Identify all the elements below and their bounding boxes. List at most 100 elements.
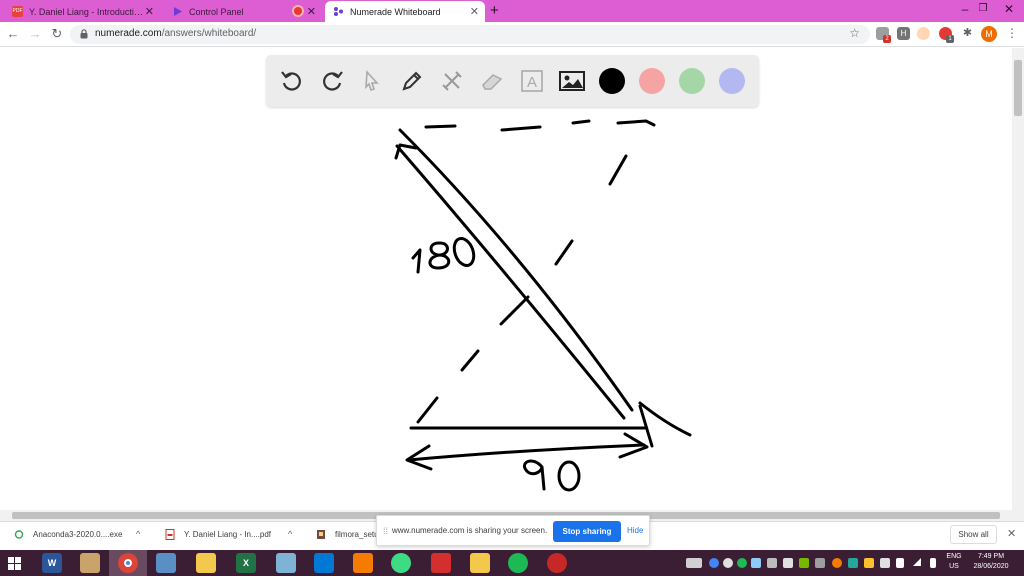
- tab-pdf-liang[interactable]: PDF Y. Daniel Liang - Introduction to ✕: [4, 1, 160, 22]
- snowflake-tray-icon[interactable]: [751, 558, 761, 568]
- close-tab-icon[interactable]: ✕: [470, 5, 479, 18]
- acrobat-app-icon[interactable]: [431, 553, 451, 573]
- stop-sharing-button[interactable]: Stop sharing: [553, 521, 621, 542]
- tab-label: Control Panel: [189, 6, 244, 17]
- handwritten-label-90: [523, 459, 581, 492]
- chrome-tray-icon[interactable]: [709, 558, 719, 568]
- image-icon[interactable]: [558, 67, 586, 95]
- pen-icon[interactable]: [398, 67, 426, 95]
- download-item[interactable]: filmora_setu: [316, 529, 379, 540]
- pointer-icon[interactable]: [358, 67, 386, 95]
- eraser-icon[interactable]: [478, 67, 506, 95]
- redo-icon[interactable]: [318, 67, 346, 95]
- tray-app-icon[interactable]: [832, 558, 842, 568]
- browser-menu-icon[interactable]: ⋮: [1006, 26, 1018, 40]
- tray-app-icon[interactable]: [767, 558, 777, 568]
- control-panel-favicon-icon: [174, 7, 182, 16]
- tray-app-icon[interactable]: [848, 558, 858, 568]
- system-clock[interactable]: 7:49 PM 28/06/2020: [966, 553, 1016, 570]
- whiteboard-toolbar: A: [266, 55, 759, 107]
- vertical-scroll-thumb[interactable]: [1014, 60, 1022, 116]
- new-tab-icon[interactable]: +: [490, 2, 499, 19]
- drag-handle-icon[interactable]: ⁞⁞: [383, 526, 388, 536]
- installer-file-icon: [317, 530, 325, 539]
- language-indicator[interactable]: ENG US: [942, 553, 966, 570]
- keyboard-layout: US: [949, 563, 959, 570]
- excel-app-icon[interactable]: X: [236, 553, 256, 573]
- download-item[interactable]: Anaconda3-2020.0....exe: [14, 529, 122, 540]
- profile-avatar[interactable]: M: [981, 26, 997, 42]
- chevron-up-icon[interactable]: ^: [136, 529, 140, 539]
- recorder-app-icon[interactable]: [547, 553, 567, 573]
- reload-icon[interactable]: ↻: [48, 26, 66, 42]
- file-archive-app-icon[interactable]: [80, 553, 100, 573]
- tray-app-icon[interactable]: [864, 558, 874, 568]
- dash-stroke: [616, 119, 656, 127]
- dash-stroke: [460, 349, 480, 372]
- clock-time: 7:49 PM: [977, 553, 1005, 560]
- tab-control-panel[interactable]: Control Panel ✕: [164, 1, 322, 22]
- folder-app-icon[interactable]: [470, 553, 490, 573]
- download-filename: Anaconda3-2020.0....exe: [33, 530, 123, 539]
- remote-desktop-app-icon[interactable]: [156, 553, 176, 573]
- address-bar[interactable]: numerade.com/answers/whiteboard/ ☆: [70, 25, 870, 44]
- chevron-up-icon[interactable]: ^: [288, 529, 292, 539]
- tray-app-icon[interactable]: [815, 558, 825, 568]
- tray-app-icon[interactable]: [783, 558, 793, 568]
- volume-icon[interactable]: [896, 558, 904, 568]
- touch-keyboard-icon[interactable]: [686, 558, 702, 568]
- word-app-icon[interactable]: W: [42, 553, 62, 573]
- hide-banner-button[interactable]: Hide: [627, 526, 643, 535]
- windows-start-icon[interactable]: [8, 557, 21, 570]
- lock-icon: [80, 29, 88, 39]
- tab-numerade-whiteboard[interactable]: Numerade Whiteboard ✕: [325, 1, 485, 22]
- extension-badge: 2: [883, 35, 891, 43]
- whiteboard-canvas[interactable]: [0, 48, 1012, 510]
- forward-icon[interactable]: →: [26, 26, 44, 41]
- tools-icon[interactable]: [438, 67, 466, 95]
- arrow-stroke: [398, 128, 634, 412]
- window-close-icon[interactable]: ✕: [994, 0, 1024, 20]
- color-swatch-black[interactable]: [599, 68, 625, 94]
- download-progress-icon: [14, 530, 24, 539]
- nvidia-tray-icon[interactable]: [799, 558, 809, 568]
- bookmark-star-icon[interactable]: ☆: [849, 26, 860, 40]
- color-swatch-green[interactable]: [679, 68, 705, 94]
- color-swatch-pink[interactable]: [639, 68, 665, 94]
- undo-icon[interactable]: [278, 67, 306, 95]
- pdf-file-icon: [165, 529, 175, 540]
- extension-face-icon[interactable]: [917, 27, 930, 40]
- installer-app-icon[interactable]: [353, 553, 373, 573]
- tray-app-icon[interactable]: [880, 558, 890, 568]
- dash-stroke: [416, 396, 439, 424]
- close-tab-icon[interactable]: ✕: [145, 5, 154, 18]
- extensions-puzzle-icon[interactable]: ✱: [961, 27, 974, 40]
- close-tab-icon[interactable]: ✕: [307, 5, 316, 18]
- show-all-downloads-button[interactable]: Show all: [950, 525, 997, 544]
- file-explorer-app-icon[interactable]: [196, 553, 216, 573]
- tab-strip: PDF Y. Daniel Liang - Introduction to ✕ …: [0, 0, 1024, 22]
- whiteboard-drawing: [394, 119, 692, 492]
- android-studio-app-icon[interactable]: [391, 553, 411, 573]
- pdf-favicon-icon: PDF: [12, 6, 23, 17]
- battery-icon[interactable]: [930, 558, 936, 568]
- color-swatch-blue[interactable]: [719, 68, 745, 94]
- back-icon[interactable]: ←: [4, 26, 22, 41]
- tab-label: Numerade Whiteboard: [350, 6, 441, 17]
- screen-sharing-banner: ⁞⁞ www.numerade.com is sharing your scre…: [376, 515, 650, 546]
- notepad-app-icon[interactable]: [276, 553, 296, 573]
- vscode-app-icon[interactable]: [314, 553, 334, 573]
- network-icon[interactable]: [913, 558, 921, 566]
- dash-stroke: [608, 154, 628, 186]
- text-box-icon[interactable]: A: [518, 67, 546, 95]
- text-tool-glyph: A: [527, 74, 537, 91]
- download-item[interactable]: Y. Daniel Liang - In....pdf: [165, 529, 271, 540]
- vertical-scrollbar[interactable]: [1012, 48, 1024, 510]
- extension-h-icon[interactable]: H: [897, 27, 910, 40]
- spotify-tray-icon[interactable]: [737, 558, 747, 568]
- tray-app-icon[interactable]: [723, 558, 733, 568]
- dash-stroke: [499, 295, 530, 326]
- chrome-app-icon[interactable]: [118, 553, 138, 573]
- spotify-app-icon[interactable]: [508, 553, 528, 573]
- close-download-bar-icon[interactable]: ✕: [1007, 527, 1016, 540]
